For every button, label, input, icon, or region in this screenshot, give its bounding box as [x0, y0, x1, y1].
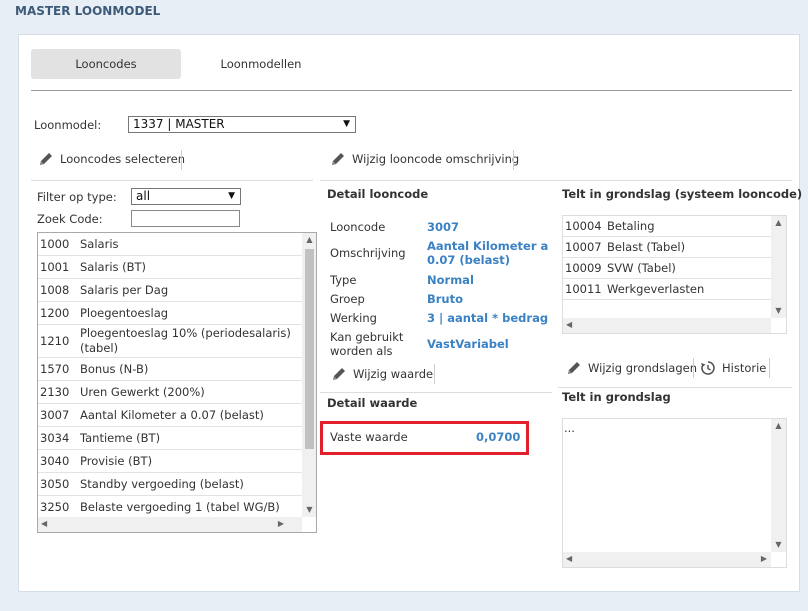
tab-loonmodellen[interactable]: Loonmodellen [186, 49, 336, 79]
wijzig-grondslagen-button[interactable]: Wijzig grondslagen [566, 360, 697, 376]
list-item[interactable]: 2130 Uren Gewerkt (200%) [38, 381, 302, 404]
wijzig-waarde-button[interactable]: Wijzig waarde [331, 366, 433, 382]
vertical-scrollbar[interactable]: ▲ ▼ [771, 419, 786, 552]
scroll-right-icon[interactable]: ▶ [278, 519, 284, 529]
toolbar-separator [181, 150, 182, 170]
filter-type-value: all [136, 189, 151, 203]
horizontal-scrollbar[interactable]: ◀ ▶ [563, 552, 771, 567]
list-horizontal-scrollbar[interactable]: ◀ ▶ [38, 517, 302, 532]
tab-divider [31, 90, 792, 91]
pencil-icon [333, 368, 345, 380]
scroll-right-icon[interactable]: ▶ [761, 554, 767, 564]
list-item[interactable]: 1570 Bonus (N-B) [38, 358, 302, 381]
list-item[interactable]: 3034 Tantieme (BT) [38, 427, 302, 450]
grondslag-list: ... ▲ ▼ ◀ ▶ [562, 418, 787, 568]
toolbar-separator [769, 358, 770, 378]
horizontal-scrollbar[interactable]: ◀ [563, 318, 771, 333]
list-item[interactable]: 10011 Werkgeverlasten [563, 279, 771, 300]
list-vertical-scrollbar[interactable]: ▲ ▼ [302, 233, 316, 517]
zoek-code-input[interactable] [131, 210, 240, 227]
list-item[interactable]: 3250 Belaste vergoeding 1 (tabel WG/B) [38, 496, 302, 518]
vaste-waarde-key: Vaste waarde [330, 430, 408, 444]
loonmodel-select[interactable]: 1337 | MASTER ▼ [128, 116, 356, 133]
list-item[interactable]: 3040 Provisie (BT) [38, 450, 302, 473]
list-item[interactable]: 3007 Aantal Kilometer a 0.07 (belast) [38, 404, 302, 427]
list-item[interactable]: 1000 Salaris [38, 233, 302, 256]
detail-looncode-title: Detail looncode [327, 187, 429, 201]
dropdown-arrow-icon: ▼ [228, 191, 235, 201]
looncode-list: 1000 Salaris 1001 Salaris (BT) 1008 Salaris… [37, 232, 317, 533]
list-item[interactable]: 1210 Ploegentoeslag 10% (periodesalaris) … [38, 325, 302, 358]
list-item[interactable]: 1008 Salaris per Dag [38, 279, 302, 302]
scroll-down-icon[interactable]: ▼ [771, 306, 786, 316]
page-title: MASTER LOONMODEL [15, 4, 161, 18]
werking-key: Werking [330, 311, 377, 325]
middle-divider [320, 180, 792, 181]
scroll-left-icon[interactable]: ◀ [41, 519, 47, 529]
right-divider [558, 387, 792, 388]
loonmodel-select-value: 1337 | MASTER [133, 117, 225, 131]
detail-waarde-title: Detail waarde [327, 396, 418, 410]
werking-value: 3 | aantal * bedrag [427, 311, 549, 325]
toolbar-separator [434, 364, 435, 384]
looncode-value: 3007 [427, 220, 460, 234]
scrollbar-thumb[interactable] [305, 249, 314, 449]
scroll-up-icon[interactable]: ▲ [771, 218, 786, 228]
historie-button[interactable]: Historie [700, 360, 766, 376]
type-key: Type [330, 273, 357, 287]
list-item[interactable]: 10009 SVW (Tabel) [563, 258, 771, 279]
scroll-left-icon[interactable]: ◀ [566, 320, 572, 330]
scroll-up-icon[interactable]: ▲ [302, 235, 316, 245]
loonmodel-label: Loonmodel: [34, 118, 102, 132]
groep-key: Groep [330, 292, 365, 306]
scroll-up-icon[interactable]: ▲ [771, 421, 786, 431]
toolbar-separator [693, 358, 694, 378]
systeem-grondslag-title: Telt in grondslag (systeem looncode) [562, 187, 803, 201]
wijzig-waarde-label: Wijzig waarde [353, 367, 434, 381]
historie-label: Historie [722, 361, 767, 375]
looncode-key: Looncode [330, 220, 386, 234]
list-item[interactable]: 10004 Betaling [563, 216, 771, 237]
looncodes-selecteren-label: Looncodes selecteren [60, 152, 186, 166]
kan-gebruikt-key: Kan gebruikt worden als [330, 330, 404, 358]
scroll-left-icon[interactable]: ◀ [566, 554, 572, 564]
wijzig-omschrijving-button[interactable]: Wijzig looncode omschrijving [330, 151, 519, 167]
wijzig-grondslagen-label: Wijzig grondslagen [588, 361, 697, 375]
middle-divider-2 [320, 392, 552, 393]
left-divider [31, 180, 313, 181]
systeem-grondslag-list: 10004 Betaling 10007 Belast (Tabel) 10009 S… [562, 215, 787, 334]
looncodes-selecteren-button[interactable]: Looncodes selecteren [38, 151, 185, 167]
dropdown-arrow-icon: ▼ [343, 119, 350, 129]
pencil-icon [40, 153, 52, 165]
groep-value: Bruto [427, 292, 464, 306]
kan-gebruikt-value: VastVariabel [427, 337, 509, 351]
scroll-down-icon[interactable]: ▼ [302, 505, 316, 515]
vertical-scrollbar[interactable]: ▲ ▼ [771, 216, 786, 318]
list-item[interactable]: 3050 Standby vergoeding (belast) [38, 473, 302, 496]
vaste-waarde-value: 0,0700 [476, 430, 521, 444]
toolbar-separator [513, 150, 514, 170]
type-value: Normal [427, 273, 474, 287]
omschrijving-key: Omschrijving [330, 246, 406, 260]
tab-looncodes[interactable]: Looncodes [31, 49, 181, 79]
filter-type-select[interactable]: all ▼ [131, 188, 241, 205]
wijzig-omschrijving-label: Wijzig looncode omschrijving [352, 152, 520, 166]
history-icon [701, 361, 715, 375]
omschrijving-value: Aantal Kilometer a 0.07 (belast) [427, 239, 549, 267]
pencil-icon [568, 362, 580, 374]
filter-type-label: Filter op type: [37, 190, 117, 204]
list-item[interactable]: 1200 Ploegentoeslag [38, 302, 302, 325]
grondslag-title: Telt in grondslag [562, 390, 671, 404]
list-item[interactable]: 10007 Belast (Tabel) [563, 237, 771, 258]
list-item[interactable]: 1001 Salaris (BT) [38, 256, 302, 279]
grondslag-placeholder: ... [564, 421, 575, 435]
zoek-code-label: Zoek Code: [37, 212, 103, 226]
scroll-down-icon[interactable]: ▼ [771, 540, 786, 550]
pencil-icon [332, 153, 344, 165]
